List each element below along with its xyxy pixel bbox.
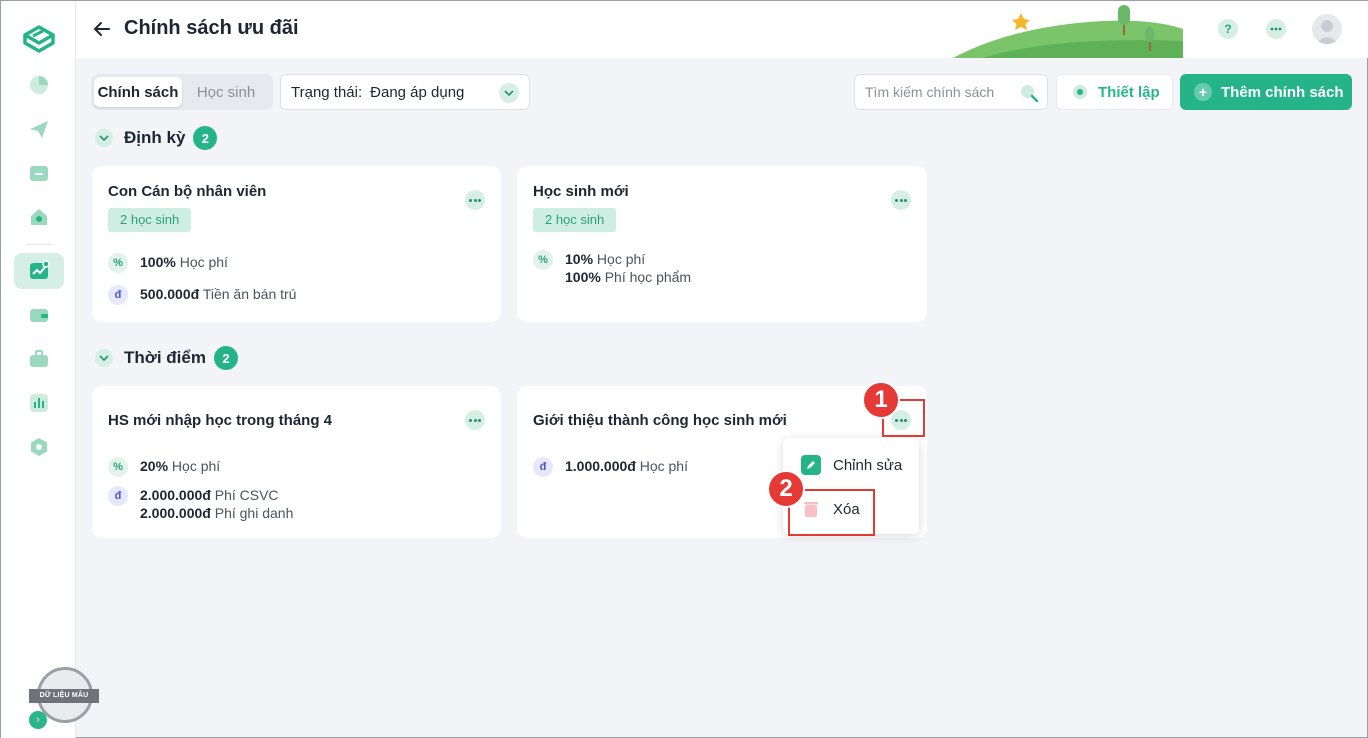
- search-field: [854, 74, 1048, 110]
- send-icon: [30, 121, 48, 138]
- sidebar-item-messages[interactable]: [14, 111, 64, 147]
- percent-icon: %: [533, 250, 553, 270]
- sidebar-item-policy[interactable]: [14, 253, 64, 289]
- more-menu-button[interactable]: [1266, 19, 1286, 39]
- sidebar-item-reports[interactable]: [14, 385, 64, 421]
- currency-dong-icon: đ: [108, 486, 128, 506]
- sidebar-item-settings[interactable]: [14, 429, 64, 465]
- benefit-row: đ 2.000.000đ Phí CSVC 2.000.000đ Phí ghi…: [108, 486, 293, 522]
- tab-policies[interactable]: Chính sách: [94, 77, 182, 107]
- sidebar: DỮ LIỆU MẪU ›: [1, 1, 99, 738]
- benefit-row: đ 500.000đ Tiền ăn bán trú: [108, 285, 296, 305]
- menu-item-label: Chỉnh sửa: [833, 456, 903, 474]
- avatar[interactable]: [1312, 14, 1342, 44]
- benefit-row: % 20% Học phí: [108, 457, 220, 477]
- page-title: Chính sách ưu đãi: [124, 17, 299, 39]
- sidebar-item-dashboard[interactable]: [14, 67, 64, 103]
- card-more-button[interactable]: [891, 190, 911, 210]
- policy-card[interactable]: HS mới nhập học trong tháng 4 % 20% Học …: [92, 386, 501, 538]
- section-count-badge: 2: [213, 346, 238, 370]
- help-button[interactable]: ?: [1218, 19, 1238, 39]
- percent-icon: %: [108, 253, 128, 273]
- policy-card-title: HS mới nhập học trong tháng 4: [108, 412, 332, 429]
- sidebar-divider: [26, 244, 52, 245]
- section-header-timed[interactable]: Thời điểm 2: [95, 346, 238, 370]
- status-select-value: Đang áp dụng: [370, 83, 465, 101]
- currency-dong-icon: đ: [108, 285, 128, 305]
- student-count-tag[interactable]: 2 học sinh: [108, 208, 192, 232]
- wallet-icon: [30, 309, 48, 322]
- status-select[interactable]: Trạng thái: Đang áp dụng: [280, 74, 530, 110]
- policy-card-title: Con Cán bộ nhân viên: [108, 183, 267, 200]
- search-input[interactable]: [865, 84, 1015, 100]
- plus-icon: +: [1194, 83, 1212, 101]
- section-title: Định kỳ: [124, 128, 186, 147]
- bar-chart-icon: [30, 394, 48, 412]
- chart-pie-icon: [30, 76, 48, 94]
- top-header: Chính sách ưu đãi ?: [76, 1, 1368, 59]
- sidebar-expand-button[interactable]: ›: [29, 711, 47, 729]
- sidebar-item-wallet[interactable]: [14, 297, 64, 333]
- section-header-periodic[interactable]: Định kỳ 2: [95, 126, 218, 150]
- section-title: Thời điểm: [124, 348, 206, 367]
- policy-card[interactable]: Con Cán bộ nhân viên 2 học sinh % 100% H…: [92, 166, 501, 322]
- section-count-badge: 2: [193, 126, 218, 150]
- percent-icon: %: [108, 457, 128, 477]
- chevron-down-icon[interactable]: [95, 129, 113, 147]
- setup-button[interactable]: Thiết lập: [1056, 74, 1173, 110]
- home-heart-icon: [31, 209, 47, 225]
- app-logo-icon[interactable]: [21, 23, 57, 55]
- student-count-tag[interactable]: 2 học sinh: [533, 208, 617, 232]
- card-more-button[interactable]: [465, 190, 485, 210]
- sidebar-item-documents[interactable]: [14, 155, 64, 191]
- benefit-row: % 100% Học phí: [108, 253, 228, 273]
- annotation-step-2: 2: [767, 470, 805, 508]
- header-illustration: [953, 1, 1183, 59]
- policy-card-title: Học sinh mới: [533, 183, 629, 200]
- benefit-row: đ 1.000.000đ Học phí: [533, 457, 688, 477]
- benefit-row: % 10% Học phí 100% Phí học phẩm: [533, 250, 691, 286]
- sidebar-item-work[interactable]: [14, 341, 64, 377]
- settings-icon: [31, 438, 47, 456]
- add-policy-button-label: Thêm chính sách: [1221, 83, 1344, 101]
- card-more-button[interactable]: [465, 410, 485, 430]
- add-policy-button[interactable]: + Thêm chính sách: [1180, 74, 1352, 110]
- briefcase-icon: [30, 350, 48, 367]
- sidebar-item-home[interactable]: [14, 199, 64, 235]
- back-arrow-icon[interactable]: [92, 19, 112, 39]
- policy-card-title: Giới thiệu thành công học sinh mới: [533, 412, 787, 429]
- policy-card[interactable]: Học sinh mới 2 học sinh % 10% Học phí 10…: [517, 166, 927, 322]
- folder-icon: [30, 166, 48, 181]
- gear-icon: [1073, 85, 1087, 99]
- setup-button-label: Thiết lập: [1098, 83, 1160, 101]
- view-tabs: Chính sách Học sinh: [91, 74, 273, 110]
- chevron-down-icon: [499, 83, 519, 103]
- currency-dong-icon: đ: [533, 457, 553, 477]
- pencil-icon: [801, 455, 821, 475]
- tab-students[interactable]: Học sinh: [182, 77, 270, 107]
- annotation-step-1: 1: [862, 381, 900, 419]
- trend-chart-icon: [30, 260, 50, 279]
- search-icon[interactable]: [1019, 83, 1039, 103]
- menu-item-edit[interactable]: Chỉnh sửa: [801, 455, 902, 475]
- status-select-label: Trạng thái:: [291, 83, 363, 101]
- chevron-down-icon[interactable]: [95, 349, 113, 367]
- more-dots-icon: [1270, 27, 1282, 31]
